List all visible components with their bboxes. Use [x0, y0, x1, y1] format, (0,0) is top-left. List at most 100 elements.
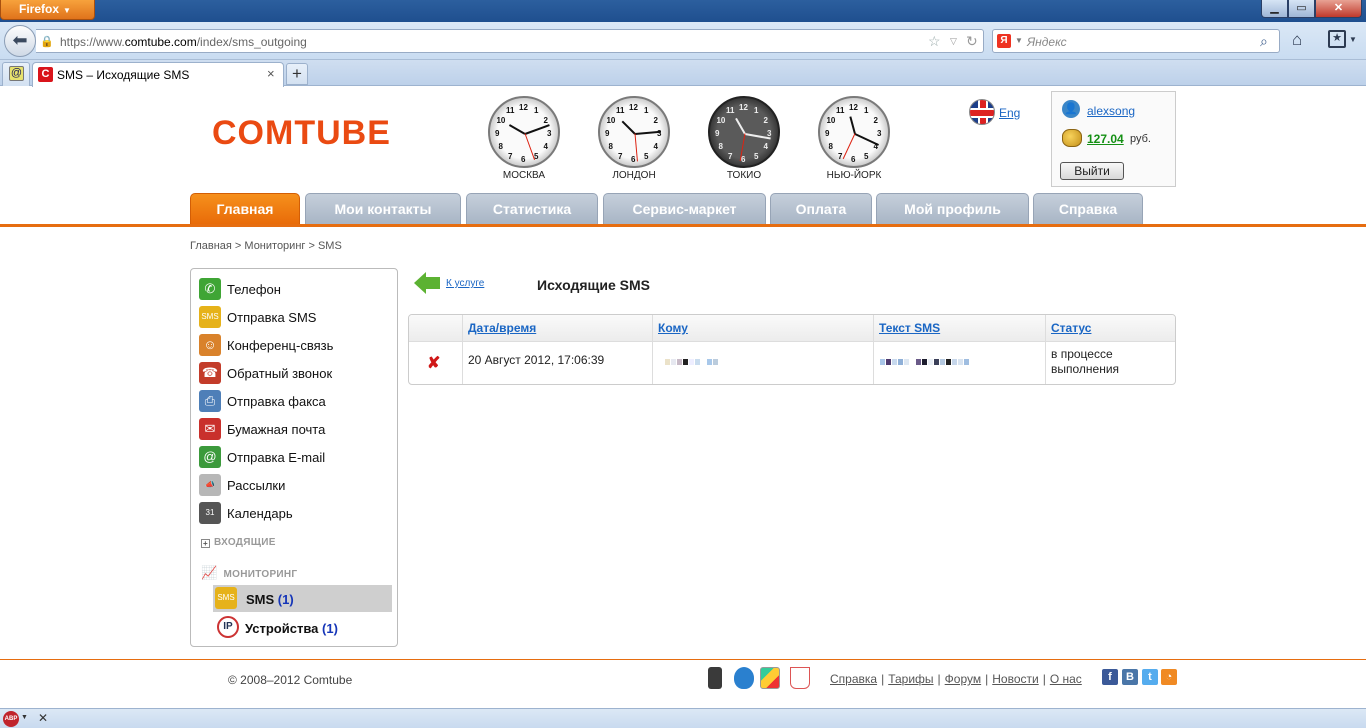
- apple-icon[interactable]: [734, 667, 754, 689]
- sidebar-item-6[interactable]: ✉ Бумажная почта: [199, 417, 389, 441]
- english-language-link[interactable]: Eng: [999, 106, 1020, 120]
- firefox-menu-button[interactable]: Firefox ▼: [0, 0, 95, 20]
- sidebar-section-incoming[interactable]: + ВХОДЯЩИЕ: [201, 537, 276, 548]
- clock-city-label: ТОКИО: [726, 170, 762, 181]
- sidebar-item-sms[interactable]: SMS SMS (1): [213, 585, 392, 612]
- column-header-status[interactable]: Статус: [1046, 315, 1175, 342]
- footer-link-tariffs[interactable]: Тарифы: [888, 672, 933, 686]
- table-row-status: в процессе выполнения: [1051, 347, 1120, 376]
- comtube-favicon-icon: C: [38, 67, 53, 82]
- url-bar[interactable]: 🔒 https://www.comtube.com/index/sms_outg…: [36, 29, 984, 53]
- minimize-button[interactable]: ▁: [1261, 0, 1288, 18]
- sms-icon: SMS: [199, 306, 221, 328]
- new-tab-button[interactable]: +: [286, 63, 308, 85]
- vkontakte-icon[interactable]: B: [1122, 669, 1138, 685]
- google-play-icon[interactable]: [760, 667, 780, 689]
- footer-link-help[interactable]: Справка: [830, 672, 877, 686]
- email-icon: @: [199, 446, 221, 468]
- footer-link-news[interactable]: Новости: [992, 672, 1038, 686]
- sidebar-item-3[interactable]: ☺ Конференц-связь: [199, 333, 389, 357]
- navigation-toolbar: ⬅ 🔒 https://www.comtube.com/index/sms_ou…: [0, 22, 1366, 60]
- yandex-icon[interactable]: Я: [997, 34, 1011, 48]
- column-header-recipient[interactable]: Кому: [653, 315, 874, 342]
- twitter-icon[interactable]: t: [1142, 669, 1158, 685]
- clock: 12 1 2 3 4 5 6 7 8 9 10 11 ТОКИО: [708, 96, 780, 181]
- uk-flag-icon[interactable]: [969, 99, 995, 125]
- sidebar-item-label: Бумажная почта: [227, 422, 326, 437]
- expand-plus-icon[interactable]: +: [201, 539, 210, 548]
- search-engine-dropdown-icon[interactable]: ▼: [1015, 36, 1023, 45]
- tab-title: SMS – Исходящие SMS: [57, 68, 190, 82]
- pinned-tab[interactable]: @: [2, 62, 30, 86]
- comtube-logo[interactable]: COMTUBE: [212, 114, 391, 153]
- sidebar-item-9[interactable]: 31 Календарь: [199, 501, 389, 525]
- delete-icon[interactable]: ✘: [427, 353, 440, 373]
- sidebar-item-label: Календарь: [227, 506, 293, 521]
- column-header-text[interactable]: Текст SMS: [874, 315, 1046, 342]
- username-link[interactable]: alexsong: [1087, 104, 1135, 118]
- megaphone-icon: 📣: [199, 474, 221, 496]
- callback-icon: ☎: [199, 362, 221, 384]
- close-tab-icon[interactable]: ×: [267, 66, 275, 81]
- maximize-button[interactable]: ▭: [1288, 0, 1315, 18]
- facebook-icon[interactable]: f: [1102, 669, 1118, 685]
- adblock-dropdown-icon[interactable]: ▼: [21, 714, 28, 721]
- clock-city-label: МОСКВА: [502, 170, 546, 181]
- phone-app-icon[interactable]: [708, 667, 722, 689]
- chart-line-icon: 📈: [201, 565, 218, 580]
- chevron-down-icon: ▼: [63, 6, 71, 15]
- tab-sms-outgoing[interactable]: C SMS – Исходящие SMS ×: [32, 62, 284, 87]
- search-input[interactable]: Яндекс: [1027, 35, 1067, 49]
- conference-icon: ☺: [199, 334, 221, 356]
- firefox-menu-label: Firefox: [19, 2, 60, 16]
- clock-face-icon: 12 1 2 3 4 5 6 7 8 9 10 11: [708, 96, 780, 168]
- sidebar-item-devices[interactable]: IP Устройства (1): [213, 614, 392, 641]
- table-row-text-redacted: [874, 342, 1046, 384]
- nav-tab-home[interactable]: Главная: [190, 193, 300, 225]
- table-row-recipient-redacted: [653, 342, 874, 384]
- close-addon-bar-icon[interactable]: ✕: [38, 711, 48, 725]
- nav-tab-payment[interactable]: Оплата: [770, 193, 872, 225]
- java-icon[interactable]: [790, 667, 810, 689]
- sidebar-item-label: Обратный звонок: [227, 366, 333, 381]
- nav-tab-profile[interactable]: Мой профиль: [876, 193, 1029, 225]
- sidebar-item-5[interactable]: ⎙ Отправка факса: [199, 389, 389, 413]
- back-to-service-link[interactable]: К услуге: [446, 278, 484, 289]
- sidebar-section-monitoring[interactable]: 📈 МОНИТОРИНГ: [201, 565, 297, 581]
- sidebar-item-7[interactable]: @ Отправка E-mail: [199, 445, 389, 469]
- footer-link-forum[interactable]: Форум: [945, 672, 981, 686]
- nav-tab-help[interactable]: Справка: [1033, 193, 1143, 225]
- devices-label-text: Устройства: [245, 621, 319, 636]
- adblock-plus-icon[interactable]: ABP: [3, 711, 19, 727]
- nav-tab-service-market[interactable]: Сервис-маркет: [603, 193, 766, 225]
- sidebar-item-4[interactable]: ☎ Обратный звонок: [199, 361, 389, 385]
- nav-tab-contacts[interactable]: Мои контакты: [305, 193, 461, 225]
- sidebar-item-sms-label: SMS (1): [246, 592, 294, 607]
- back-arrow-icon[interactable]: [414, 272, 440, 294]
- coins-icon: [1062, 129, 1082, 147]
- url-history-dropdown-icon[interactable]: ▽: [950, 36, 957, 47]
- bookmarks-dropdown-icon[interactable]: ▼: [1349, 35, 1357, 44]
- close-window-button[interactable]: ✕: [1315, 0, 1362, 18]
- footer-link-about[interactable]: О нас: [1050, 672, 1082, 686]
- rss-icon[interactable]: ◔: [1161, 669, 1177, 685]
- bookmark-star-icon[interactable]: ☆: [928, 33, 941, 50]
- column-header-datetime[interactable]: Дата/время: [463, 315, 653, 342]
- sidebar-item-2[interactable]: SMS Отправка SMS: [199, 305, 389, 329]
- nav-tab-statistics[interactable]: Статистика: [466, 193, 598, 225]
- sidebar-item-1[interactable]: ✆ Телефон: [199, 277, 389, 301]
- home-icon[interactable]: ⌂: [1292, 30, 1302, 50]
- search-bar[interactable]: Я ▼ Яндекс ⌕: [992, 29, 1280, 53]
- calendar-icon: 31: [199, 502, 221, 524]
- clock: 12 1 2 3 4 5 6 7 8 9 10 11 ЛОНДОН: [598, 96, 670, 181]
- devices-count: (1): [322, 621, 338, 636]
- search-icon[interactable]: ⌕: [1260, 33, 1268, 50]
- bookmarks-icon[interactable]: ★: [1328, 30, 1346, 48]
- sidebar-item-8[interactable]: 📣 Рассылки: [199, 473, 389, 497]
- reload-icon[interactable]: ↻: [966, 33, 978, 50]
- page-title: Исходящие SMS: [537, 277, 650, 293]
- balance-link[interactable]: 127.04: [1087, 132, 1124, 146]
- logout-button[interactable]: Выйти: [1060, 162, 1124, 180]
- redacted-sms-text: [880, 354, 970, 365]
- back-button[interactable]: ⬅: [4, 25, 36, 57]
